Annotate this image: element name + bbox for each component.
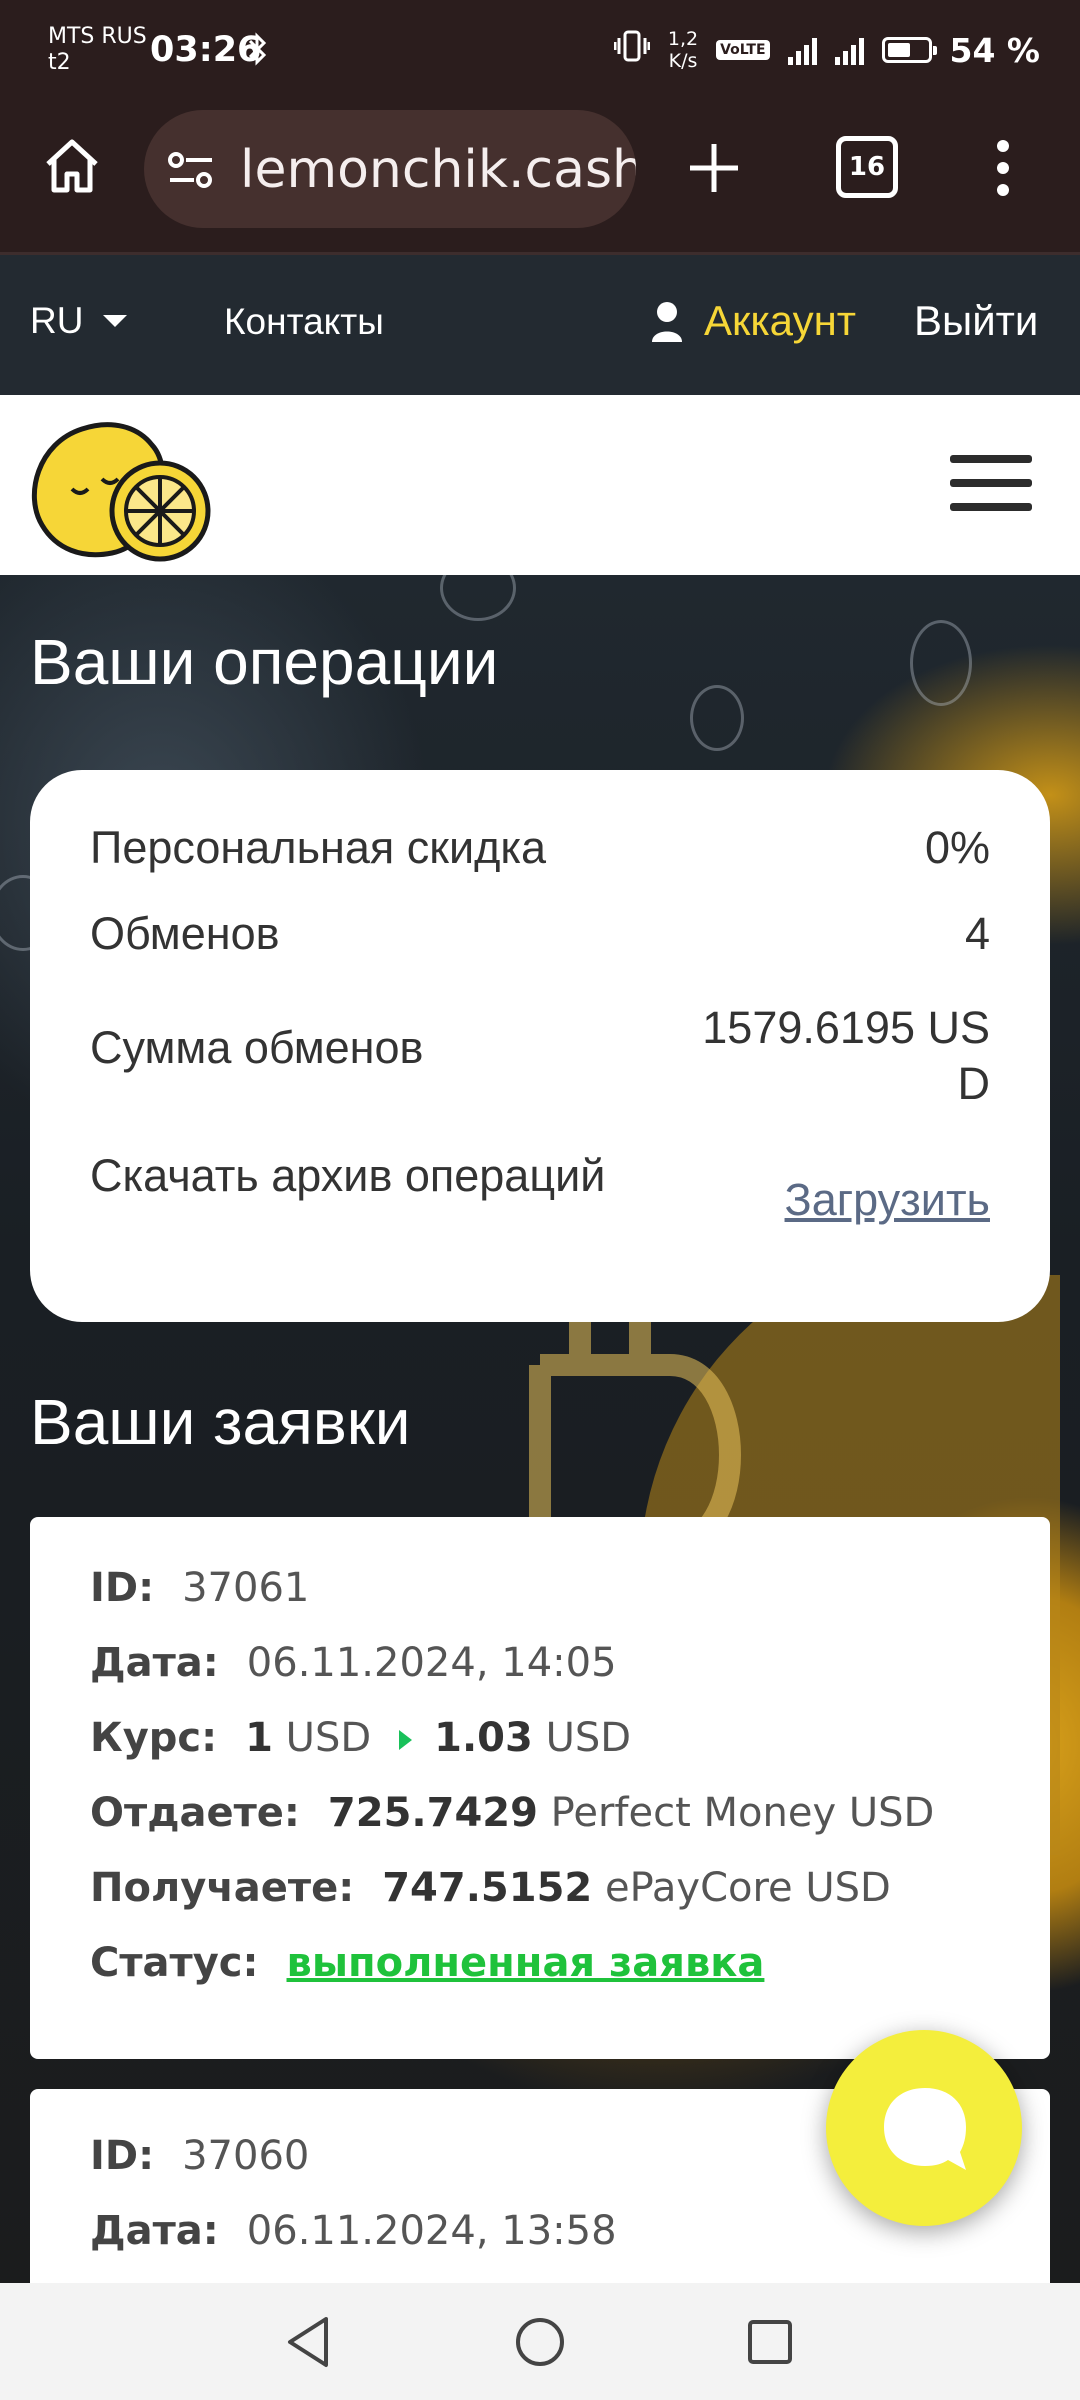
- signal-4g-icon: [834, 35, 864, 65]
- order-field-label: Курс:: [90, 1715, 218, 1761]
- receive-amount: 747.5152: [382, 1865, 593, 1911]
- rate-to-currency: USD: [545, 1715, 632, 1761]
- background-coin: [440, 575, 516, 621]
- clock: 03:26: [150, 30, 262, 70]
- rate-to-amount: 1.03: [434, 1715, 533, 1761]
- site-header: [0, 395, 1080, 575]
- net-speed: 1,2 K/s: [668, 28, 698, 72]
- order-date-row: Дата: 06.11.2024, 14:05: [90, 1640, 617, 1686]
- bluetooth-icon: [246, 32, 270, 75]
- order-give-row: Отдаете: 725.7429 Perfect Money USD: [90, 1790, 934, 1836]
- order-id: 37061: [182, 1565, 310, 1611]
- logout-link[interactable]: Выйти: [914, 297, 1038, 345]
- summary-row-exchanges: Обменов 4: [90, 908, 990, 968]
- carrier-info: MTS RUS t2: [48, 24, 147, 76]
- page-title: Ваши операции: [30, 626, 499, 698]
- language-select[interactable]: RU: [30, 300, 128, 342]
- browser-toolbar: lemonchik.cash 16: [0, 98, 1080, 255]
- chat-button[interactable]: [826, 2030, 1022, 2226]
- net-speed-value: 1,2: [667, 28, 699, 50]
- contacts-link[interactable]: Контакты: [224, 301, 384, 343]
- recent-apps-icon[interactable]: [746, 2318, 794, 2366]
- give-currency: Perfect Money USD: [550, 1790, 935, 1836]
- download-archive-link[interactable]: Загрузить: [785, 1174, 990, 1226]
- summary-label: Сумма обменов: [90, 1022, 424, 1073]
- account-link[interactable]: Аккаунт: [650, 297, 856, 345]
- hamburger-menu-icon[interactable]: [950, 455, 1032, 511]
- order-field-label: Получаете:: [90, 1865, 355, 1911]
- operations-summary-card: Персональная скидка 0% Обменов 4 Сумма о…: [30, 770, 1050, 1322]
- chat-bubble-icon: [884, 2088, 966, 2170]
- summary-row-total: Сумма обменов 1579.6195 USD: [90, 1000, 990, 1120]
- address-bar[interactable]: lemonchik.cash: [144, 110, 636, 228]
- home-circle-icon[interactable]: [514, 2316, 566, 2368]
- system-nav-bar: [0, 2283, 1080, 2400]
- summary-value: 1579.6195 USD: [702, 1002, 990, 1109]
- volte-badge: VoLTE: [716, 40, 770, 60]
- order-field-label: ID:: [90, 2133, 155, 2179]
- battery-icon: [881, 37, 937, 63]
- summary-value: 0%: [924, 822, 990, 873]
- order-date: 06.11.2024, 14:05: [246, 1640, 617, 1686]
- status-bar: MTS RUS t2 03:26 1,2 K/s VoLTE 54 %: [0, 0, 1080, 98]
- summary-label: Обменов: [90, 908, 280, 959]
- main-content: Ваши операции Персональная скидка 0% Обм…: [0, 575, 1080, 2283]
- order-card[interactable]: ID: 37061 Дата: 06.11.2024, 14:05 Курс: 1 U…: [30, 1517, 1050, 2059]
- receive-currency: ePayCore USD: [604, 1865, 891, 1911]
- order-field-label: ID:: [90, 1565, 155, 1611]
- summary-row-discount: Персональная скидка 0%: [90, 822, 990, 882]
- lemon-logo[interactable]: [28, 415, 214, 565]
- site-top-nav: RU Контакты Аккаунт Выйти: [0, 255, 1080, 395]
- order-id-row: ID: 37061: [90, 1565, 309, 1611]
- orders-section-title: Ваши заявки: [30, 1386, 411, 1458]
- background-coin: [910, 620, 972, 706]
- language-label: RU: [30, 300, 84, 341]
- carrier-name: MTS RUS: [48, 24, 147, 49]
- net-speed-unit: K/s: [668, 50, 698, 72]
- order-rate-row: Курс: 1 USD 1.03 USD: [90, 1715, 631, 1761]
- back-icon[interactable]: [282, 2313, 334, 2371]
- order-id-row: ID: 37060: [90, 2133, 309, 2179]
- summary-label: Скачать архив операций: [90, 1150, 606, 1201]
- signal-icon: [787, 35, 817, 65]
- account-label: Аккаунт: [704, 297, 857, 344]
- order-field-label: Статус:: [90, 1940, 259, 1986]
- vibrate-icon: [613, 29, 651, 71]
- order-status-row: Статус: выполненная заявка: [90, 1940, 764, 1986]
- order-field-label: Дата:: [90, 2208, 219, 2254]
- order-date: 06.11.2024, 13:58: [246, 2208, 617, 2254]
- summary-row-archive: Скачать архив операций Загрузить: [90, 1148, 990, 1268]
- battery-percent: 54 %: [949, 30, 1040, 70]
- order-receive-row: Получаете: 747.5152 ePayCore USD: [90, 1865, 891, 1911]
- arrow-right-icon: [399, 1730, 413, 1750]
- background-coin: [690, 685, 744, 751]
- order-status-link[interactable]: выполненная заявка: [287, 1940, 765, 1986]
- order-field-label: Отдаете:: [90, 1790, 300, 1836]
- tab-switcher-button[interactable]: 16: [836, 136, 898, 198]
- summary-label: Персональная скидка: [90, 822, 547, 873]
- user-icon: [652, 302, 682, 342]
- carrier-sub: t2: [48, 50, 71, 75]
- rate-from-amount: 1: [245, 1715, 273, 1761]
- home-icon[interactable]: [40, 134, 104, 198]
- order-field-label: Дата:: [90, 1640, 219, 1686]
- give-amount: 725.7429: [327, 1790, 538, 1836]
- new-tab-icon[interactable]: [684, 138, 744, 198]
- order-date-row: Дата: 06.11.2024, 13:58: [90, 2208, 617, 2254]
- order-id: 37060: [182, 2133, 310, 2179]
- rate-from-currency: USD: [285, 1715, 372, 1761]
- site-settings-icon[interactable]: [166, 148, 216, 192]
- caret-down-icon: [103, 315, 128, 327]
- url-text: lemonchik.cash: [240, 140, 636, 200]
- summary-value: 4: [964, 908, 990, 959]
- more-vert-icon[interactable]: [996, 138, 1010, 198]
